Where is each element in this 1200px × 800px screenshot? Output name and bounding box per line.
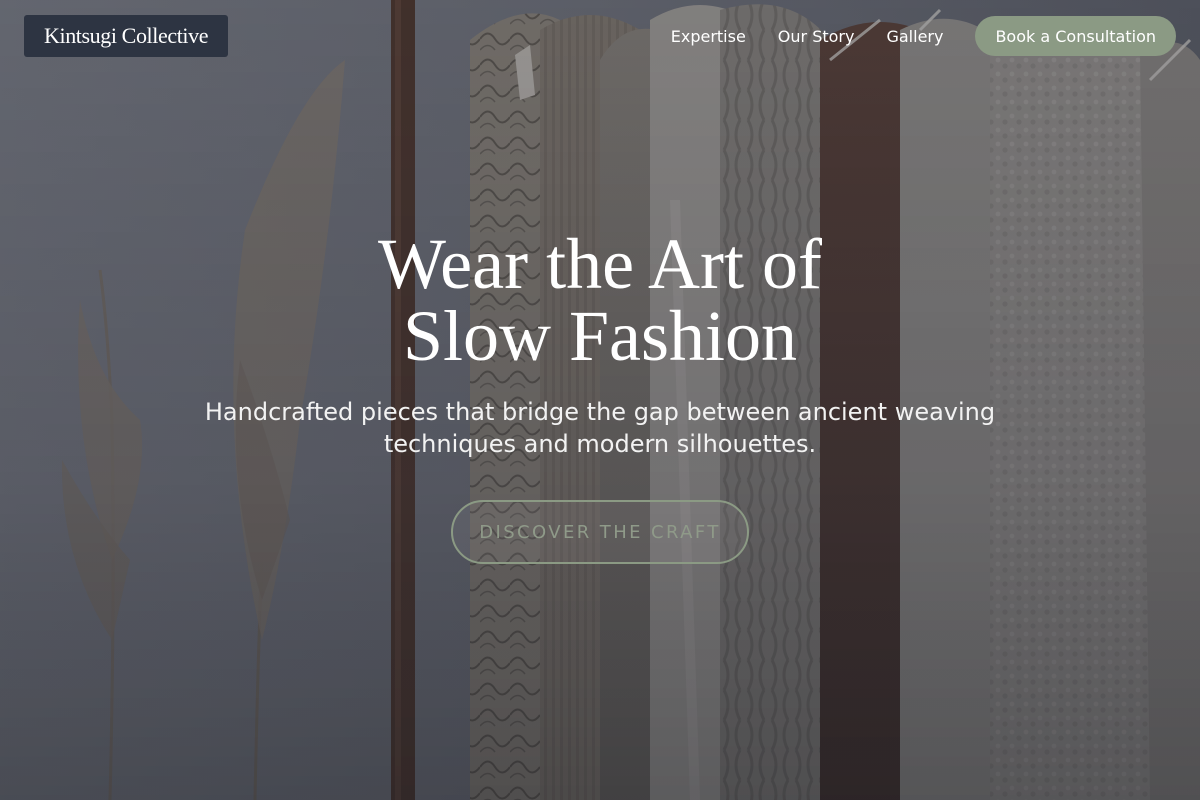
- book-consultation-button[interactable]: Book a Consultation: [975, 16, 1176, 56]
- hero-subtitle: Handcrafted pieces that bridge the gap b…: [204, 398, 996, 458]
- main-nav: Expertise Our Story Gallery Book a Consu…: [671, 16, 1176, 56]
- brand-logo[interactable]: Kintsugi Collective: [24, 15, 229, 57]
- hero-title: Wear the Art of Slow Fashion: [377, 224, 823, 376]
- hero-section: Wear the Art of Slow Fashion Handcrafted…: [0, 228, 1200, 564]
- discover-the-craft-button[interactable]: DISCOVER THE CRAFT: [451, 500, 749, 564]
- nav-link-expertise[interactable]: Expertise: [671, 27, 746, 46]
- site-header: Kintsugi Collective Expertise Our Story …: [0, 0, 1200, 72]
- nav-link-gallery[interactable]: Gallery: [886, 27, 943, 46]
- nav-link-our-story[interactable]: Our Story: [778, 27, 855, 46]
